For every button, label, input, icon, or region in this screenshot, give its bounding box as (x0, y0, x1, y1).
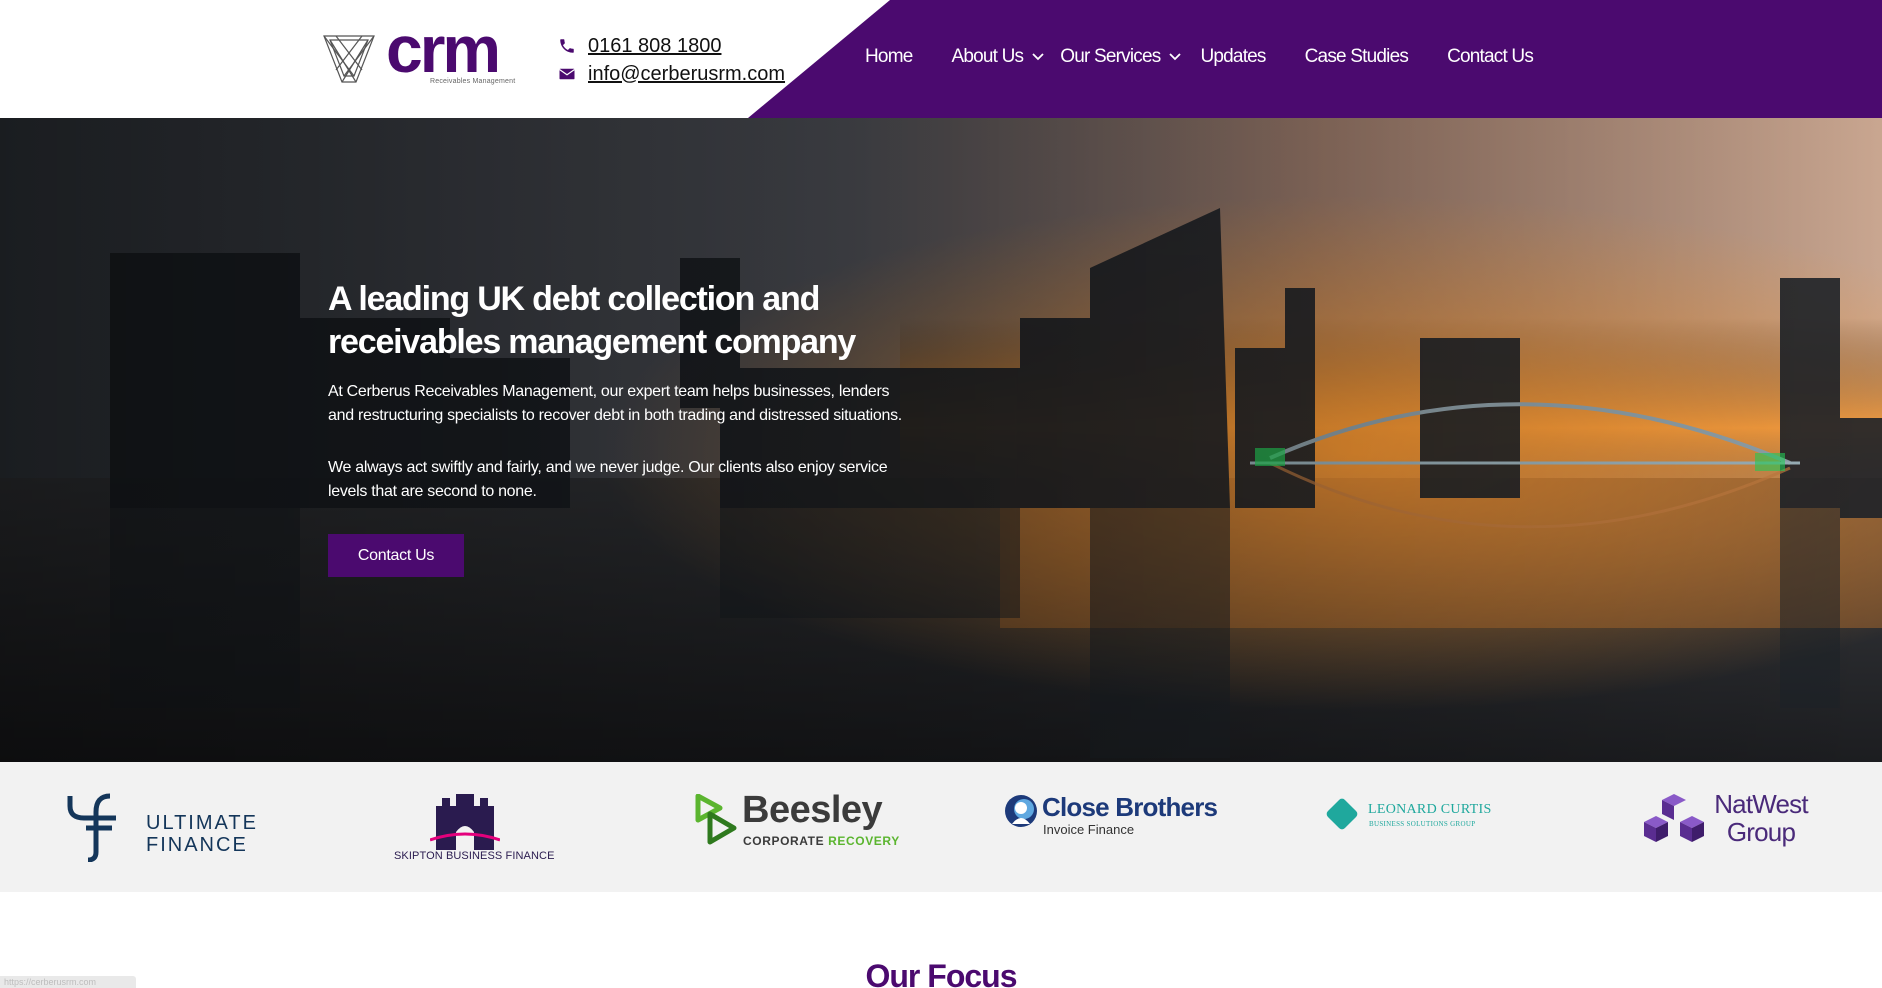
beesley-corporate-recovery-logo[interactable]: Beesley CORPORATE RECOVERY (694, 789, 899, 864)
close-brothers-sub: Invoice Finance (1043, 822, 1135, 837)
site-header: crm Receivables Management 0161 808 1800… (0, 0, 1882, 118)
ultimate-finance-line2: FINANCE (146, 834, 248, 856)
phone-link[interactable]: 0161 808 1800 (588, 35, 721, 58)
ultimate-finance-text: ULTIMATE FINANCE (146, 812, 258, 856)
hero-secondary-text: We always act swiftly and fairly, and we… (328, 459, 888, 500)
nav-our-services[interactable]: Our Services (1060, 46, 1182, 68)
castle-icon (430, 794, 500, 850)
natwest-cubes-icon (1644, 794, 1704, 842)
close-brothers-mark-icon (1005, 795, 1037, 827)
hero-background-image (0, 118, 1882, 762)
beesley-tagline: CORPORATE RECOVERY (743, 834, 900, 848)
chevron-down-icon (1032, 53, 1044, 61)
skipton-business-finance-logo[interactable]: SKIPTON BUSINESS FINANCE (394, 790, 554, 864)
nav-services-label: Our Services (1060, 46, 1161, 67)
close-brothers-name: Close Brothers (1042, 792, 1218, 822)
logo-wordmark: crm (386, 12, 501, 86)
nav-about-label: About Us (951, 46, 1024, 67)
natwest-line2: Group (1726, 817, 1796, 847)
envelope-icon (559, 68, 575, 80)
hero-content: A leading UK debt collection and receiva… (328, 278, 928, 577)
email-link[interactable]: info@cerberusrm.com (588, 63, 785, 86)
hero-section: A leading UK debt collection and receiva… (0, 118, 1882, 762)
leonard-curtis-name: LEONARD CURTIS (1368, 802, 1492, 817)
partner-logos-strip: ULTIMATE FINANCE SKIPTON BUSINESS FINANC… (0, 762, 1882, 892)
chevron-down-icon (1169, 53, 1182, 61)
beesley-recovery: RECOVERY (828, 834, 900, 848)
hero-contact-button[interactable]: Contact Us (328, 534, 464, 577)
beesley-corporate: CORPORATE (743, 834, 825, 848)
leonard-curtis-diamond-icon (1326, 798, 1358, 830)
leonard-curtis-logo[interactable]: LEONARD CURTIS BUSINESS SOLUTIONS GROUP (1322, 790, 1492, 864)
ultimate-finance-mark-icon (67, 793, 116, 862)
phone-icon (560, 39, 574, 53)
beesley-name: Beesley (742, 789, 883, 831)
browser-status-url: https://cerberusrm.com (0, 976, 136, 988)
natwest-group-logo[interactable]: NatWest Group (1644, 790, 1814, 864)
close-brothers-logo[interactable]: Close Brothers Invoice Finance (1004, 790, 1224, 864)
nav-updates[interactable]: Updates (1200, 46, 1266, 68)
nav-about-us[interactable]: About Us (951, 46, 1045, 68)
nav-home[interactable]: Home (865, 46, 913, 68)
skipton-text: SKIPTON BUSINESS FINANCE (394, 850, 555, 862)
natwest-line1: NatWest (1714, 789, 1808, 819)
ultimate-finance-logo[interactable]: ULTIMATE FINANCE (66, 790, 256, 864)
natwest-text: NatWest Group (1711, 790, 1811, 846)
ultimate-finance-line1: ULTIMATE (146, 812, 258, 834)
nav-contact-us[interactable]: Contact Us (1447, 46, 1534, 68)
crm-logo-mark-icon (323, 35, 375, 83)
nav-updates-label: Updates (1200, 46, 1266, 67)
nav-case-studies-label: Case Studies (1304, 46, 1409, 67)
our-focus-heading: Our Focus (865, 958, 1017, 988)
leonard-curtis-sub: BUSINESS SOLUTIONS GROUP (1369, 820, 1476, 828)
hero-intro-text: At Cerberus Receivables Management, our … (328, 383, 902, 424)
nav-case-studies[interactable]: Case Studies (1304, 46, 1409, 68)
email-row: info@cerberusrm.com (558, 60, 785, 88)
hero-title: A leading UK debt collection and receiva… (328, 280, 856, 361)
logo-subtitle: Receivables Management (430, 78, 516, 85)
site-logo[interactable]: crm Receivables Management (320, 16, 520, 86)
nav-contact-label: Contact Us (1447, 46, 1534, 67)
beesley-arrow-icon (695, 794, 737, 845)
phone-row: 0161 808 1800 (558, 32, 785, 60)
main-nav: Home About Us Our Services Updates Case … (865, 46, 1534, 68)
nav-home-label: Home (865, 46, 913, 67)
header-contact: 0161 808 1800 info@cerberusrm.com (558, 32, 785, 88)
